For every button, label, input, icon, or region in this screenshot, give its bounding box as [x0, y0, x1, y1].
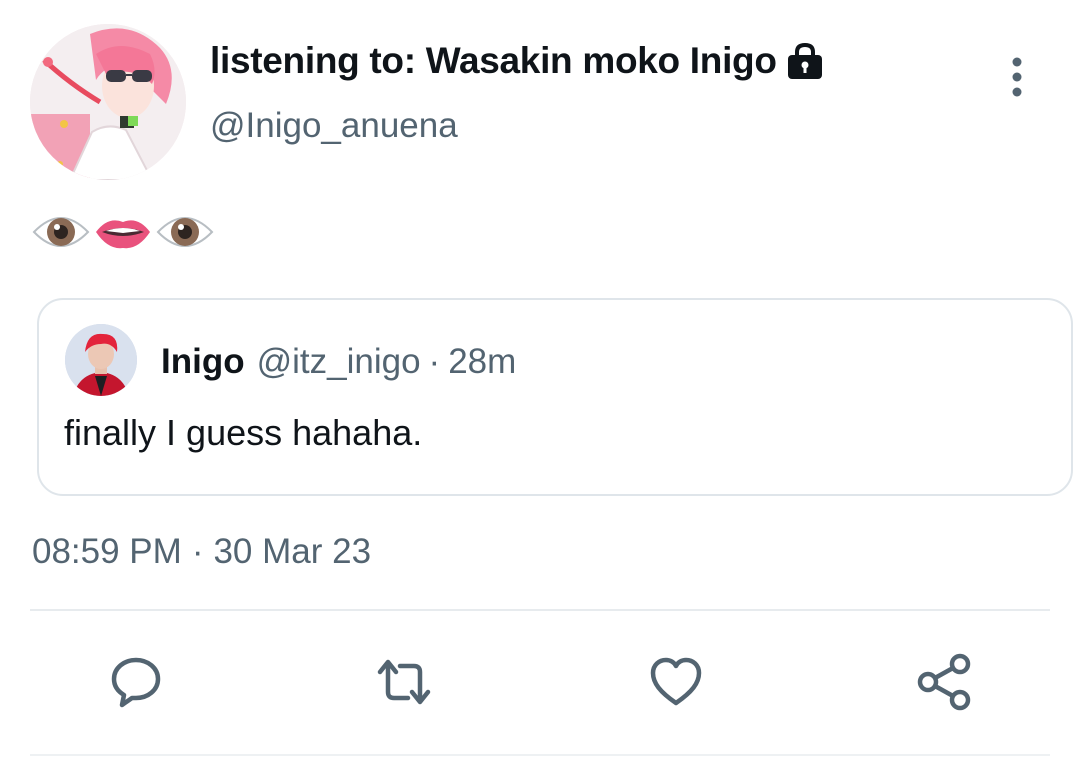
share-button[interactable] [914, 652, 974, 712]
quoted-avatar[interactable] [65, 324, 137, 396]
divider [30, 754, 1050, 756]
more-vertical-icon [1012, 57, 1022, 97]
quoted-header: Inigo @itz_inigo · 28m [161, 342, 516, 382]
separator-dot: · [428, 342, 441, 381]
quoted-avatar-photo [65, 324, 137, 396]
eye-emoji-icon [156, 217, 214, 247]
like-icon [650, 657, 702, 706]
separator-dot: · [191, 532, 204, 571]
avatar-illustration [30, 24, 186, 180]
retweet-icon [377, 659, 431, 705]
lock-icon [785, 42, 825, 80]
retweet-button[interactable] [374, 652, 434, 712]
like-button[interactable] [646, 652, 706, 712]
eye-emoji-icon [32, 217, 90, 247]
tweet: listening to: Wasakin moko Inigo @Inigo_… [0, 0, 1080, 774]
mouth-emoji-icon [96, 220, 150, 249]
tweet-text [32, 206, 214, 258]
timestamp-time: 08:59 PM [32, 532, 182, 571]
author-display-name[interactable]: listening to: Wasakin moko Inigo [210, 40, 825, 82]
more-options-button[interactable] [998, 52, 1036, 102]
display-name-text: listening to: Wasakin moko Inigo [210, 40, 777, 81]
author-handle[interactable]: @Inigo_anuena [210, 106, 458, 146]
timestamp-date: 30 Mar 23 [213, 532, 372, 571]
quoted-tweet[interactable]: Inigo @itz_inigo · 28m finally I guess h… [37, 298, 1073, 496]
reply-button[interactable] [106, 652, 166, 712]
tweet-timestamp: 08:59 PM · 30 Mar 23 [32, 532, 371, 572]
quoted-time: 28m [448, 342, 517, 381]
reply-icon [111, 657, 161, 708]
divider [30, 609, 1050, 611]
quoted-handle[interactable]: @itz_inigo [257, 342, 421, 382]
quoted-text: finally I guess hahaha. [64, 412, 423, 453]
author-avatar[interactable] [30, 24, 186, 180]
quoted-name[interactable]: Inigo [161, 342, 245, 382]
share-icon [917, 653, 971, 711]
